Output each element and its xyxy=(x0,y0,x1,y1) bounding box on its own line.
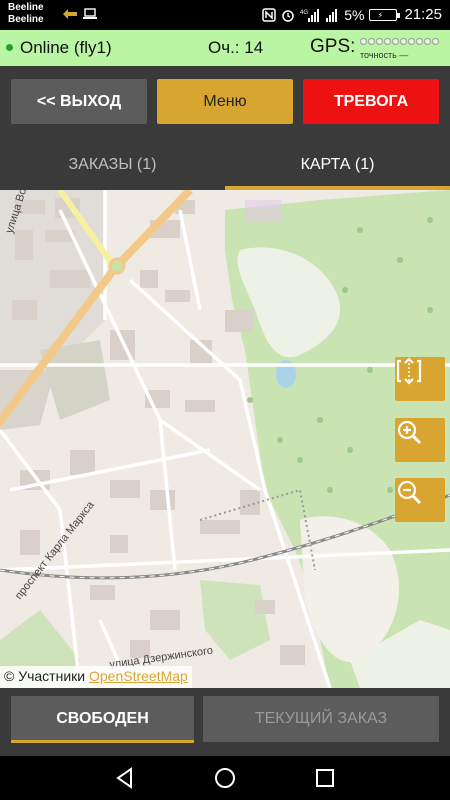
carrier-1: Beeline xyxy=(8,2,44,13)
signal-icon: 4G xyxy=(300,8,320,22)
carrier-labels: Beeline Beeline xyxy=(8,2,44,26)
zoom-out-button[interactable] xyxy=(395,478,445,522)
current-order-button[interactable]: ТЕКУЩИЙ ЗАКАЗ xyxy=(203,696,439,742)
openstreetmap-link[interactable]: OpenStreetMap xyxy=(89,668,188,684)
carrier-2: Beeline xyxy=(8,14,44,25)
system-nav-bar xyxy=(0,756,450,800)
clock: 21:25 xyxy=(404,6,442,23)
fit-bounds-icon xyxy=(396,357,422,385)
alarm-icon xyxy=(281,8,295,22)
attribution-prefix: © Участники xyxy=(4,668,86,684)
gps-accuracy: точность — xyxy=(360,50,409,60)
top-panel: << ВЫХОД Меню ТРЕВОГА ЗАКАЗЫ (1) КАРТА (… xyxy=(0,66,450,190)
network-type: 4G xyxy=(300,10,308,16)
laptop-icon xyxy=(82,8,98,20)
zoom-in-icon xyxy=(397,420,422,445)
zoom-out-icon xyxy=(397,480,422,505)
map-canvas: улица Воро проспект Карла Маркса улица Д… xyxy=(0,190,450,688)
online-status: Online (fly1) xyxy=(20,38,112,57)
alarm-button[interactable]: ТРЕВОГА xyxy=(303,79,439,124)
battery-charging-icon: ⚡ xyxy=(369,8,401,21)
tab-map[interactable]: КАРТА (1) xyxy=(225,140,450,190)
map-view[interactable]: улица Воро проспект Карла Маркса улица Д… xyxy=(0,190,450,688)
back-icon[interactable] xyxy=(113,766,137,790)
exit-button[interactable]: << ВЫХОД xyxy=(11,79,147,124)
recent-apps-icon[interactable] xyxy=(313,766,337,790)
battery-percent: 5% xyxy=(344,6,365,23)
free-status-indicator xyxy=(11,740,194,743)
free-status-button[interactable]: СВОБОДЕН xyxy=(11,696,194,742)
menu-button[interactable]: Меню xyxy=(157,79,293,124)
gps-label: GPS: xyxy=(310,36,356,57)
tab-bar: ЗАКАЗЫ (1) КАРТА (1) xyxy=(0,140,450,190)
whatsapp-like-icon xyxy=(62,8,78,20)
zoom-in-button[interactable] xyxy=(395,418,445,462)
wifi-icon xyxy=(325,8,339,22)
connection-info-bar: Online (fly1) Оч.: 14 GPS: точность — xyxy=(0,30,450,66)
nfc-icon xyxy=(262,7,276,22)
tab-orders[interactable]: ЗАКАЗЫ (1) xyxy=(0,140,225,190)
gps-signal-indicator xyxy=(360,38,439,45)
map-attribution: © Участники OpenStreetMap xyxy=(0,666,192,688)
score-counter: Оч.: 14 xyxy=(208,38,264,57)
bottom-panel: СВОБОДЕН ТЕКУЩИЙ ЗАКАЗ xyxy=(0,688,450,756)
home-icon[interactable] xyxy=(213,766,237,790)
status-bar: Beeline Beeline 4G 5% ⚡ 21:25 xyxy=(0,0,450,30)
online-status-dot xyxy=(6,44,13,51)
fit-bounds-button[interactable] xyxy=(395,357,445,401)
